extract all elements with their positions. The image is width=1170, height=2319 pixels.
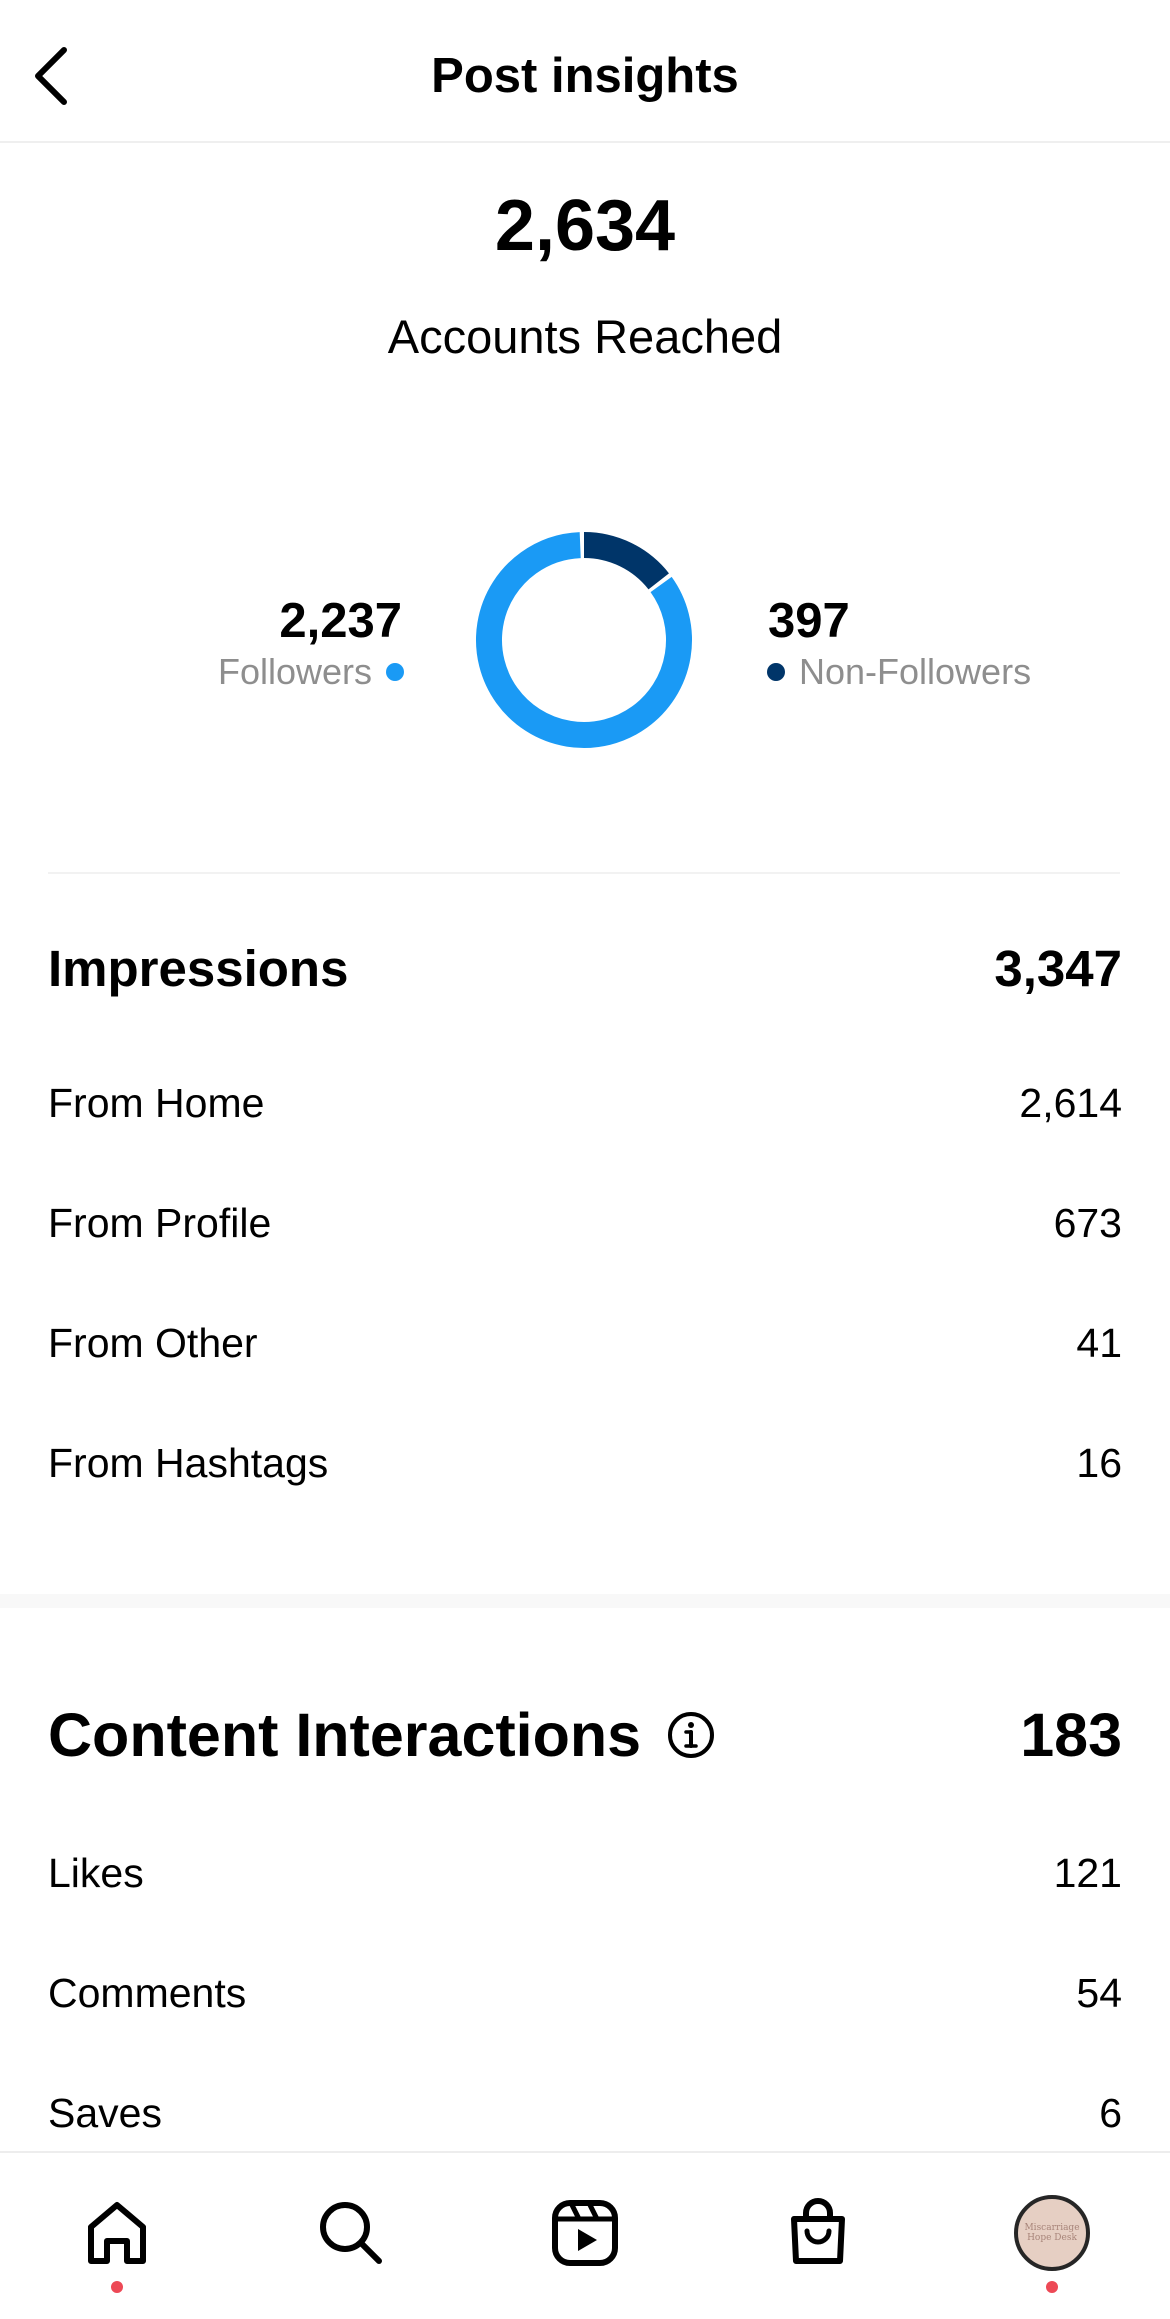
list-item: From Profile 673 xyxy=(48,1181,1122,1265)
reach-donut-chart xyxy=(476,532,692,748)
non-followers-dot xyxy=(767,663,785,681)
non-followers-label: Non-Followers xyxy=(799,651,1032,692)
impression-source-value: 673 xyxy=(1053,1200,1122,1246)
impression-source-label: From Other xyxy=(48,1320,258,1366)
list-item: From Hashtags 16 xyxy=(48,1421,1122,1505)
interaction-value: 6 xyxy=(1099,2090,1122,2136)
list-item: Likes 121 xyxy=(48,1831,1122,1915)
shopping-bag-icon xyxy=(791,2198,845,2264)
list-item: Comments 54 xyxy=(48,1951,1122,2035)
impression-source-value: 16 xyxy=(1076,1440,1122,1486)
impression-source-label: From Hashtags xyxy=(48,1440,329,1486)
interaction-value: 121 xyxy=(1053,1850,1122,1896)
donut-followers-arc xyxy=(476,532,692,748)
impression-source-value: 2,614 xyxy=(1019,1080,1122,1126)
followers-dot xyxy=(386,663,404,681)
followers-count: 2,237 xyxy=(279,594,402,648)
interaction-label: Comments xyxy=(48,1970,247,2016)
followers-legend: Followers xyxy=(100,648,404,696)
page-title: Post insights xyxy=(431,49,739,103)
content-interactions-header: Content Interactions xyxy=(48,1690,717,1780)
nav-profile[interactable]: Miscarriage Hope Desk xyxy=(1002,2183,1102,2283)
impressions-title: Impressions xyxy=(48,940,349,997)
accounts-reached-value: 2,634 xyxy=(494,186,676,266)
non-followers-legend: Non-Followers xyxy=(767,648,1127,696)
nav-search[interactable] xyxy=(301,2183,401,2283)
info-icon[interactable] xyxy=(665,1709,717,1761)
list-item: Saves 6 xyxy=(48,2071,1122,2155)
content-interactions-total: 183 xyxy=(1020,1701,1122,1769)
impressions-total: 3,347 xyxy=(994,940,1122,997)
avatar: Miscarriage Hope Desk xyxy=(1014,2195,1090,2271)
followers-label: Followers xyxy=(217,651,372,692)
reels-icon xyxy=(552,2200,618,2266)
home-icon xyxy=(88,2202,146,2264)
interaction-label: Saves xyxy=(48,2090,162,2136)
bottom-nav-bar: Miscarriage Hope Desk xyxy=(0,2151,1170,2319)
impression-source-label: From Profile xyxy=(48,1200,272,1246)
section-divider xyxy=(0,1594,1170,1608)
nav-shop[interactable] xyxy=(768,2183,868,2283)
content-interactions-title: Content Interactions xyxy=(48,1701,642,1769)
info-circle-icon xyxy=(668,1712,715,1758)
header-bar: Post insights xyxy=(0,0,1170,143)
interaction-label: Likes xyxy=(48,1850,144,1896)
impression-source-value: 41 xyxy=(1076,1320,1122,1366)
interaction-value: 54 xyxy=(1076,1970,1122,2016)
divider xyxy=(48,872,1120,874)
accounts-reached-label: Accounts Reached xyxy=(387,310,783,363)
impression-source-label: From Home xyxy=(48,1080,265,1126)
avatar-logo-text: Miscarriage Hope Desk xyxy=(1024,2223,1080,2243)
home-notification-dot xyxy=(111,2281,123,2293)
list-item: From Home 2,614 xyxy=(48,1061,1122,1145)
list-item: From Other 41 xyxy=(48,1301,1122,1385)
nav-home[interactable] xyxy=(67,2183,167,2283)
nav-reels[interactable] xyxy=(535,2183,635,2283)
search-icon xyxy=(320,2202,382,2264)
profile-notification-dot xyxy=(1046,2281,1058,2293)
non-followers-count: 397 xyxy=(768,594,850,648)
